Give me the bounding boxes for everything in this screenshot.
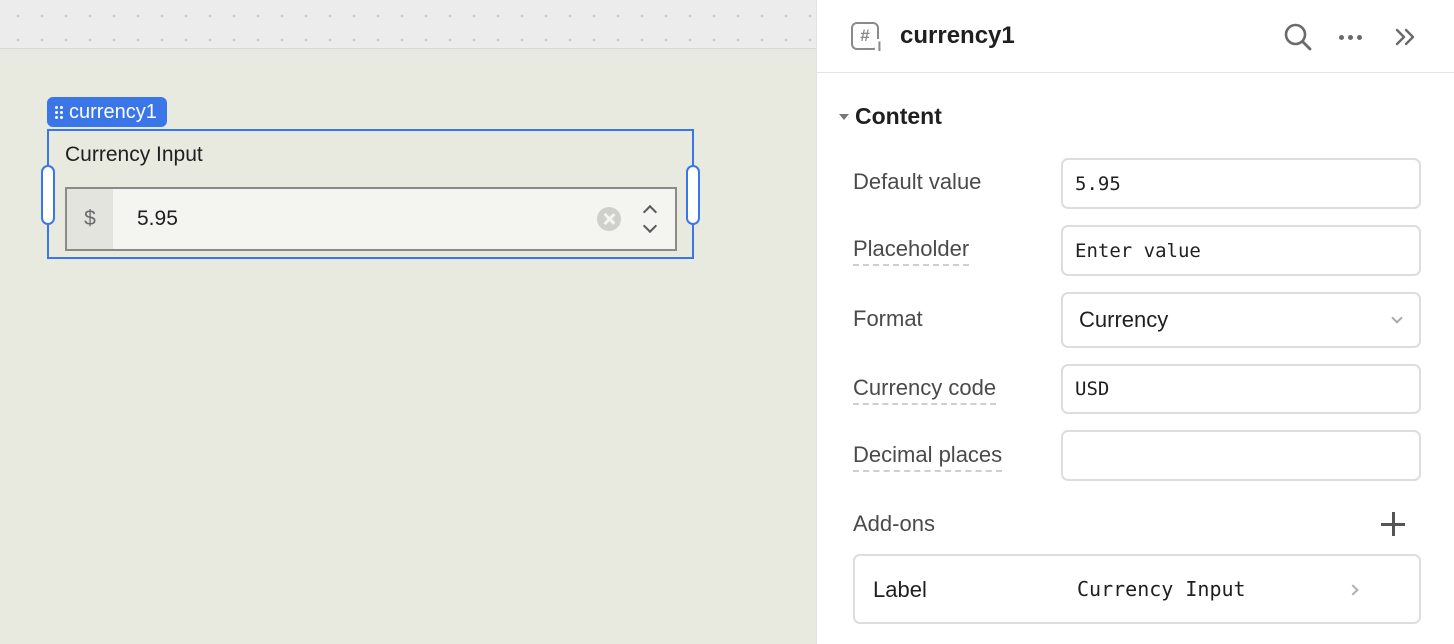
placeholder-input[interactable]: Enter value xyxy=(1061,225,1421,276)
addon-item-value: Currency Input xyxy=(1077,577,1246,601)
inspector-header: # I currency1 xyxy=(817,0,1454,73)
addon-item-name: Label xyxy=(873,577,927,602)
default-value-text: 5.95 xyxy=(1075,172,1121,195)
component-name-tag[interactable]: currency1 xyxy=(47,97,167,127)
number-stepper[interactable] xyxy=(635,189,665,249)
format-label: Format xyxy=(853,306,923,331)
currency-input-value[interactable]: 5.95 xyxy=(113,189,597,249)
caret-down-icon xyxy=(839,113,849,120)
collapse-panel-icon xyxy=(1395,28,1415,46)
search-button[interactable] xyxy=(1281,20,1315,54)
currency-input-icon: # I xyxy=(851,22,884,54)
increment-chevron-icon[interactable] xyxy=(642,204,658,220)
currency-code-text: USD xyxy=(1075,378,1110,400)
currency-input-field[interactable]: $ 5.95 xyxy=(65,187,677,251)
currency-code-label: Currency code xyxy=(853,375,997,405)
default-value-label: Default value xyxy=(853,169,982,194)
content-section-title: Content xyxy=(855,103,942,129)
addons-title: Add-ons xyxy=(853,511,935,536)
addon-item-label[interactable]: Label Currency Input xyxy=(853,554,1421,624)
search-icon xyxy=(1284,23,1312,51)
drag-handle-icon[interactable] xyxy=(55,105,63,119)
currency-prefix: $ xyxy=(67,189,113,249)
format-select[interactable]: Currency xyxy=(1061,292,1421,348)
decimal-places-input[interactable] xyxy=(1061,430,1421,481)
collapse-panel-button[interactable] xyxy=(1389,20,1423,54)
clear-icon[interactable] xyxy=(597,207,621,231)
content-section-header[interactable]: Content xyxy=(839,103,942,130)
more-options-button[interactable] xyxy=(1333,20,1367,54)
inspector-title[interactable]: currency1 xyxy=(900,22,1015,50)
inspector-panel: # I currency1 Content Default value 5.95 … xyxy=(816,0,1454,644)
currency-code-input[interactable]: USD xyxy=(1061,364,1421,414)
placeholder-label: Placeholder xyxy=(853,236,970,266)
placeholder-text: Enter value xyxy=(1075,239,1201,262)
add-addon-button[interactable] xyxy=(1379,510,1407,538)
currency-input-component[interactable]: Currency Input $ 5.95 xyxy=(41,129,700,259)
default-value-input[interactable]: 5.95 xyxy=(1061,158,1421,209)
resize-handle-left[interactable] xyxy=(41,165,55,225)
chevron-right-icon xyxy=(1347,584,1359,596)
currency-input-label: Currency Input xyxy=(65,143,203,166)
chevron-down-icon xyxy=(1391,312,1403,324)
more-options-icon xyxy=(1338,34,1362,40)
component-name-tag-label: currency1 xyxy=(69,100,157,123)
canvas-header-grid xyxy=(0,0,816,49)
decrement-chevron-icon[interactable] xyxy=(642,218,658,234)
resize-handle-right[interactable] xyxy=(686,165,700,225)
canvas[interactable]: currency1 Currency Input $ 5.95 xyxy=(0,0,816,644)
format-selected-value: Currency xyxy=(1079,307,1169,332)
decimal-places-label: Decimal places xyxy=(853,442,1003,472)
